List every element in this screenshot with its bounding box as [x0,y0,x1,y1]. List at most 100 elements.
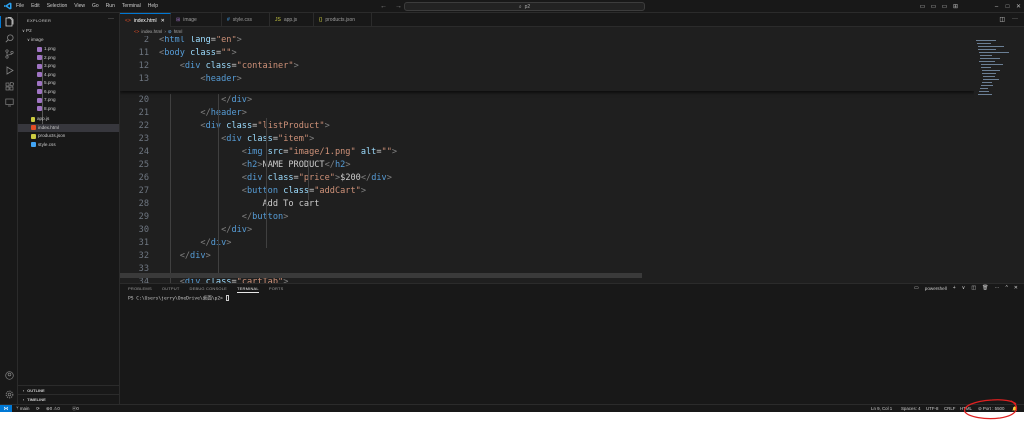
panel-tab-ports[interactable]: PORTS [269,286,284,293]
close-window-icon[interactable]: ✕ [1013,3,1024,10]
panel-tab-debug-console[interactable]: DEBUG CONSOLE [190,286,228,293]
tab-index-html[interactable]: <> index.html ✕ [120,13,171,27]
more-actions-icon[interactable]: ··· [994,285,999,291]
code-token: > [241,108,247,118]
tree-file-image[interactable]: 8.png [18,105,119,113]
tree-folder-image[interactable]: ∨ image [18,36,119,44]
code-line: 2 <html lang="en"> [120,36,974,47]
code-token: class [267,173,294,183]
element-symbol-icon: ⊘ [167,28,172,34]
image-file-icon [37,55,42,60]
indentation[interactable]: Spaces: 4 [901,405,921,412]
minimize-icon[interactable]: – [991,4,1002,10]
close-icon[interactable]: ✕ [161,18,165,24]
remote-explorer-icon[interactable] [0,96,18,108]
tab-products-json[interactable]: {} products.json [314,13,372,27]
code-editor[interactable]: 20 </div> 21 </header> 22 <div class="list… [120,36,974,283]
tree-file-image[interactable]: 2.png [18,54,119,62]
branch-indicator[interactable]: ᛘ main [16,405,29,412]
split-editor-icon[interactable]: ◫ [999,16,1005,23]
tree-file-image[interactable]: 1.png [18,45,119,53]
command-center-search[interactable]: ⌕ p2 [404,2,645,11]
forward-arrow-icon[interactable]: → [395,2,402,11]
outline-section[interactable]: › OUTLINE [18,385,119,394]
toggle-panel-icon[interactable]: ▭ [928,3,939,10]
panel-tab-output[interactable]: OUTPUT [162,286,180,293]
minimap-line [979,61,995,62]
horizontal-scrollbar[interactable] [120,273,642,278]
sync-icon[interactable]: ⟳ [36,405,40,412]
remote-indicator-icon[interactable]: ⋈ [0,405,12,412]
tree-file-image[interactable]: 3.png [18,62,119,70]
bottom-panel: PROBLEMS OUTPUT DEBUG CONSOLE TERMINAL PORTS… [120,283,1024,404]
language-mode[interactable]: HTML [960,405,972,412]
customize-layout-icon[interactable]: ⊞ [950,3,961,10]
split-terminal-icon[interactable]: ◫ [971,285,976,291]
close-panel-icon[interactable]: ✕ [1014,285,1018,291]
menu-view[interactable]: View [74,3,85,9]
encoding[interactable]: UTF-8 [926,405,938,412]
tree-file-image[interactable]: 6.png [18,88,119,96]
tree-file[interactable]: products.json [18,132,119,140]
new-terminal-icon[interactable]: + [953,285,956,291]
breadcrumb-element[interactable]: html [174,29,183,34]
menu-run[interactable]: Run [106,3,115,9]
menu-help[interactable]: Help [148,3,158,9]
maximize-panel-icon[interactable]: ^ [1005,285,1007,291]
code-line: 28 Add To cart [120,198,974,211]
tree-file-image[interactable]: 7.png [18,96,119,104]
menu-file[interactable]: File [16,3,24,9]
back-arrow-icon[interactable]: ← [380,2,387,11]
panel-tab-terminal[interactable]: TERMINAL [237,286,259,293]
tab-label: style.css [232,17,252,23]
more-actions-icon[interactable]: ··· [1012,16,1018,23]
trash-icon[interactable]: 🗑 [982,285,988,291]
tab-app-js[interactable]: JS app.js [270,13,314,27]
menu-terminal[interactable]: Terminal [122,3,141,9]
menu-selection[interactable]: Selection [47,3,68,9]
tree-file[interactable]: index.html [18,123,119,132]
terminal-output[interactable]: PS C:\Users\jerry\OneDrive\桌面\p2> [128,295,229,302]
end-of-line[interactable]: CRLF [944,405,955,412]
run-debug-icon[interactable] [0,64,18,76]
toggle-sidebar-icon[interactable]: ▭ [917,3,928,10]
menu-go[interactable]: Go [92,3,99,9]
activity-bar [0,13,18,404]
tree-file-image[interactable]: 5.png [18,79,119,87]
manage-gear-icon[interactable] [0,388,18,400]
tree-root-folder[interactable]: ∨ P2 [18,27,119,35]
tab-style-css[interactable]: # style.css [222,13,270,27]
chevron-down-icon[interactable]: ∨ [962,285,966,291]
panel-tab-problems[interactable]: PROBLEMS [128,286,152,293]
js-file-icon: JS [275,17,281,23]
tree-file[interactable]: style.css [18,141,119,149]
menu-edit[interactable]: Edit [31,3,40,9]
file-label: 8.png [44,105,56,111]
timeline-section[interactable]: › TIMELINE [18,394,119,403]
broadcast-icon: ⊘ [978,406,982,411]
explorer-icon[interactable] [0,16,18,28]
code-token: "listProduct" [257,121,325,131]
notifications-bell-icon[interactable]: 🔔 [1012,405,1017,412]
live-server-port[interactable]: ⊘ Port : 5500 [978,405,1004,412]
tab-image[interactable]: ⊞ image [171,13,222,27]
toggle-secondary-sidebar-icon[interactable]: ▭ [939,3,950,10]
cursor-position[interactable]: Ln 9, Col 1 [871,405,892,412]
extensions-icon[interactable] [0,80,18,92]
account-icon[interactable] [0,369,18,381]
file-label: 6.png [44,88,56,94]
tree-file[interactable]: app.js [18,115,119,123]
problems-indicator[interactable]: ⊗0 ⚠0 [46,405,60,412]
minimap-line [982,70,1000,71]
maximize-icon[interactable]: □ [1002,4,1013,10]
more-actions-icon[interactable]: ··· [108,16,114,22]
breadcrumb-file[interactable]: index.html [141,29,162,34]
minimap[interactable] [974,36,1024,283]
info-indicator[interactable]: ⓦ0 [72,405,79,412]
tree-file-image[interactable]: 4.png [18,71,119,79]
search-icon[interactable] [0,32,18,44]
code-text: <html lang="en"> [159,36,242,47]
code-token: </ [159,251,191,261]
shell-name[interactable]: powershell [925,286,947,291]
source-control-icon[interactable] [0,48,18,60]
